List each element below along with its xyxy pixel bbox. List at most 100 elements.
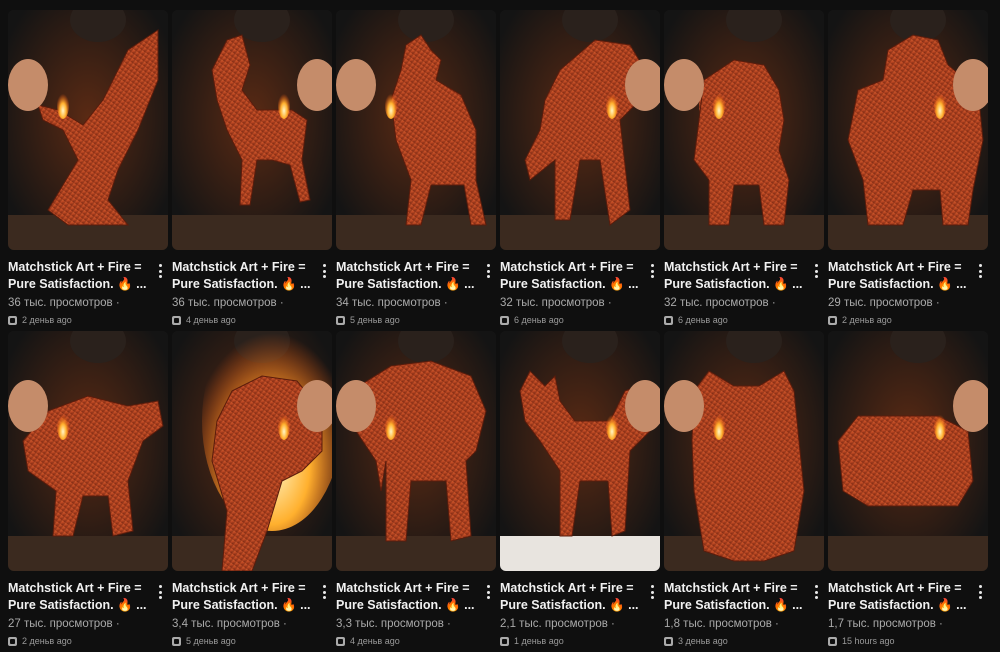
upload-age: 3 деньв ago <box>664 635 824 647</box>
upload-age: 2 деньв ago <box>8 314 168 326</box>
view-count: 1,7 тыс. просмотров · <box>828 618 943 630</box>
more-options-icon[interactable] <box>154 583 166 601</box>
upload-age: 2 деньв ago <box>8 635 168 647</box>
hand-icon <box>664 380 704 432</box>
hand-icon <box>336 380 376 432</box>
video-meta: Matchstick Art + Fire = Pure Satisfactio… <box>500 250 660 326</box>
hand-icon <box>8 59 48 111</box>
upload-age-text: 6 деньв ago <box>678 315 728 325</box>
video-meta: Matchstick Art + Fire = Pure Satisfactio… <box>8 250 168 326</box>
video-meta: Matchstick Art + Fire = Pure Satisfactio… <box>664 571 824 647</box>
more-options-icon[interactable] <box>974 262 986 280</box>
badge-icon <box>500 315 509 325</box>
upload-age-text: 4 деньв ago <box>186 315 236 325</box>
upload-age: 6 деньв ago <box>500 314 660 326</box>
upload-age: 1 деньв ago <box>500 635 660 647</box>
video-card[interactable]: Matchstick Art + Fire = Pure Satisfactio… <box>8 331 168 652</box>
badge-icon <box>8 315 17 325</box>
video-title[interactable]: Matchstick Art + Fire = Pure Satisfactio… <box>336 580 478 614</box>
video-title[interactable]: Matchstick Art + Fire = Pure Satisfactio… <box>336 259 478 293</box>
thumbnail-image <box>8 10 168 250</box>
more-options-icon[interactable] <box>154 262 166 280</box>
video-thumbnail[interactable] <box>828 10 988 250</box>
thumbnail-image <box>828 10 988 250</box>
video-card[interactable]: Matchstick Art + Fire = Pure Satisfactio… <box>664 10 824 331</box>
upload-age: 4 деньв ago <box>336 635 496 647</box>
flame-icon <box>278 412 290 440</box>
thumbnail-image <box>500 331 660 571</box>
video-title[interactable]: Matchstick Art + Fire = Pure Satisfactio… <box>172 259 314 293</box>
badge-icon <box>172 636 181 646</box>
view-count: 32 тыс. просмотров · <box>664 297 776 309</box>
badge-icon <box>828 315 837 325</box>
flame-icon <box>278 91 290 119</box>
view-count: 34 тыс. просмотров · <box>336 297 448 309</box>
more-options-icon[interactable] <box>482 583 494 601</box>
video-card[interactable]: Matchstick Art + Fire = Pure Satisfactio… <box>8 10 168 331</box>
view-count: 32 тыс. просмотров · <box>500 297 612 309</box>
more-options-icon[interactable] <box>974 583 986 601</box>
video-thumbnail[interactable] <box>664 331 824 571</box>
video-title[interactable]: Matchstick Art + Fire = Pure Satisfactio… <box>664 259 806 293</box>
badge-icon <box>172 315 181 325</box>
video-thumbnail[interactable] <box>172 10 332 250</box>
video-title[interactable]: Matchstick Art + Fire = Pure Satisfactio… <box>172 580 314 614</box>
upload-age: 4 деньв ago <box>172 314 332 326</box>
video-meta: Matchstick Art + Fire = Pure Satisfactio… <box>172 250 332 326</box>
flame-icon <box>57 91 69 119</box>
more-options-icon[interactable] <box>646 583 658 601</box>
more-options-icon[interactable] <box>318 583 330 601</box>
more-options-icon[interactable] <box>810 262 822 280</box>
badge-icon <box>664 636 673 646</box>
video-card[interactable]: Matchstick Art + Fire = Pure Satisfactio… <box>172 10 332 331</box>
video-thumbnail[interactable] <box>336 10 496 250</box>
upload-age-text: 2 деньв ago <box>842 315 892 325</box>
flame-icon <box>385 412 397 440</box>
thumbnail-image <box>664 10 824 250</box>
upload-age-text: 15 hours ago <box>842 636 895 646</box>
more-options-icon[interactable] <box>482 262 494 280</box>
video-card[interactable]: Matchstick Art + Fire = Pure Satisfactio… <box>500 331 660 652</box>
video-title[interactable]: Matchstick Art + Fire = Pure Satisfactio… <box>828 580 970 614</box>
video-thumbnail[interactable] <box>664 10 824 250</box>
more-options-icon[interactable] <box>318 262 330 280</box>
video-thumbnail[interactable] <box>500 10 660 250</box>
video-card[interactable]: Matchstick Art + Fire = Pure Satisfactio… <box>828 10 988 331</box>
video-meta: Matchstick Art + Fire = Pure Satisfactio… <box>336 250 496 326</box>
upload-age-text: 1 деньв ago <box>514 636 564 646</box>
video-title[interactable]: Matchstick Art + Fire = Pure Satisfactio… <box>8 580 150 614</box>
video-thumbnail[interactable] <box>500 331 660 571</box>
upload-age-text: 3 деньв ago <box>678 636 728 646</box>
video-title[interactable]: Matchstick Art + Fire = Pure Satisfactio… <box>664 580 806 614</box>
owl-sculpture-icon <box>691 370 805 562</box>
badge-icon <box>500 636 509 646</box>
upload-age-text: 5 деньв ago <box>350 315 400 325</box>
video-thumbnail[interactable] <box>336 331 496 571</box>
view-count: 2,1 тыс. просмотров · <box>500 618 615 630</box>
flame-icon <box>606 412 618 440</box>
flame-icon <box>934 412 946 440</box>
video-title[interactable]: Matchstick Art + Fire = Pure Satisfactio… <box>828 259 970 293</box>
flame-icon <box>606 91 618 119</box>
video-thumbnail[interactable] <box>828 331 988 571</box>
video-card[interactable]: Matchstick Art + Fire = Pure Satisfactio… <box>500 10 660 331</box>
video-card[interactable]: Matchstick Art + Fire = Pure Satisfactio… <box>664 331 824 652</box>
video-card[interactable]: Matchstick Art + Fire = Pure Satisfactio… <box>172 331 332 652</box>
video-title[interactable]: Matchstick Art + Fire = Pure Satisfactio… <box>500 580 642 614</box>
video-thumbnail[interactable] <box>8 10 168 250</box>
hand-icon <box>8 380 48 432</box>
video-card[interactable]: Matchstick Art + Fire = Pure Satisfactio… <box>336 331 496 652</box>
video-card[interactable]: Matchstick Art + Fire = Pure Satisfactio… <box>828 331 988 652</box>
thumbnail-image <box>336 10 496 250</box>
view-count: 3,3 тыс. просмотров · <box>336 618 451 630</box>
view-count: 1,8 тыс. просмотров · <box>664 618 779 630</box>
video-card[interactable]: Matchstick Art + Fire = Pure Satisfactio… <box>336 10 496 331</box>
more-options-icon[interactable] <box>646 262 658 280</box>
video-title[interactable]: Matchstick Art + Fire = Pure Satisfactio… <box>8 259 150 293</box>
more-options-icon[interactable] <box>810 583 822 601</box>
thumbnail-image <box>172 10 332 250</box>
video-thumbnail[interactable] <box>172 331 332 571</box>
thumbnail-image <box>172 331 332 571</box>
video-thumbnail[interactable] <box>8 331 168 571</box>
video-title[interactable]: Matchstick Art + Fire = Pure Satisfactio… <box>500 259 642 293</box>
